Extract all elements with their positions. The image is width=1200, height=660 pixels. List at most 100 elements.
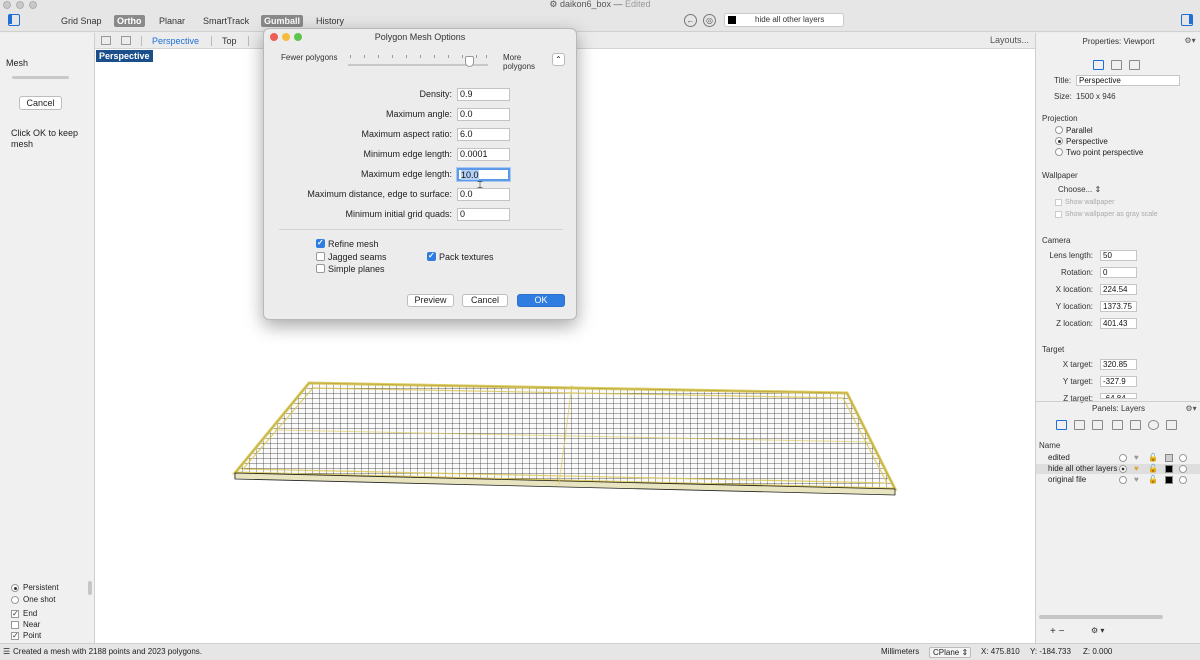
material-icon[interactable] [1179,476,1187,484]
maximum-angle-field[interactable]: 0.0 [457,108,510,121]
x-target-field[interactable]: 320.85 [1100,359,1137,370]
properties-panel: Properties: Viewport ⚙▾ Title: Perspecti… [1035,33,1200,643]
viewport-title-field[interactable]: Perspective [1076,75,1180,86]
layer-row-original-file[interactable]: original file ♥ 🔓 [1036,475,1200,485]
maximum-edge-length-field[interactable]: 10.0 [457,168,510,181]
layout-icon[interactable] [1112,420,1123,430]
gear-icon[interactable]: ⚙ ▾ [1091,626,1104,635]
layers-scrollbar[interactable] [1039,615,1163,619]
max-distance-edge-surface-field[interactable]: 0.0 [457,188,510,201]
status-menu-icon[interactable]: ☰ [3,644,10,660]
gumball-button[interactable]: Gumball [261,15,304,27]
add-remove-layer-buttons[interactable]: + − [1050,626,1064,637]
jagged-seams-checkbox[interactable]: Jagged seams [316,252,387,262]
y-target-field[interactable]: -327.9 [1100,376,1137,387]
projection-perspective-radio[interactable]: Perspective [1055,137,1108,146]
tab-top[interactable]: Top [222,35,237,47]
cplane-dropdown[interactable]: CPlane ⇕ [929,647,971,658]
osnap-scrollbar[interactable] [88,581,92,595]
layer-color-swatch[interactable] [1165,476,1173,484]
grid-snap-button[interactable]: Grid Snap [58,15,105,27]
y-location-field[interactable]: 1373.75 [1100,301,1137,312]
document-icon[interactable] [1074,420,1085,430]
wallpaper-choose-dropdown[interactable]: Choose... ⇕ [1058,185,1101,194]
link-icon[interactable] [1129,60,1140,70]
single-view-icon[interactable] [121,36,131,45]
show-wallpaper-gray-checkbox[interactable]: Show wallpaper as gray scale [1055,211,1158,219]
minimum-grid-quads-field[interactable]: 0 [457,208,510,221]
display-properties-icon[interactable] [1111,60,1122,70]
right-sidebar-toggle-icon[interactable] [1181,14,1193,26]
lightbulb-icon[interactable]: ♥ [1134,475,1139,485]
command-cancel-button[interactable]: Cancel [19,96,62,110]
projection-two-point-radio[interactable]: Two point perspective [1055,148,1143,157]
smarttrack-button[interactable]: SmartTrack [200,15,252,27]
layer-color-swatch[interactable] [1165,465,1173,473]
layer-row-hide-all-other-layers[interactable]: hide all other layers ♥ 🔓 [1036,464,1200,474]
current-layer-selector[interactable]: hide all other layers [724,13,844,27]
gear-icon[interactable]: ⚙▾ [1183,36,1197,46]
lock-icon[interactable]: 🔓 [1148,475,1158,485]
osnap-one-shot-radio[interactable]: One shot [11,595,55,605]
help-icon[interactable] [1148,420,1159,430]
layer-row-edited[interactable]: edited ♥ 🔓 [1036,453,1200,463]
pack-textures-checkbox[interactable]: Pack textures [427,251,494,262]
planar-button[interactable]: Planar [156,15,188,27]
viewport-title-label: Title: [1054,76,1072,85]
simple-planes-checkbox[interactable]: Simple planes [316,264,385,274]
current-layer-indicator[interactable] [1119,476,1127,484]
material-icon[interactable] [1179,465,1187,473]
current-layer-indicator[interactable] [1119,465,1127,473]
refine-mesh-checkbox[interactable]: Refine mesh [316,238,379,249]
ok-button[interactable]: OK [517,294,565,307]
checkbox-icon [316,264,325,273]
dialog-cancel-button[interactable]: Cancel [462,294,508,307]
minimum-edge-length-field[interactable]: 0.0001 [457,148,510,161]
units-label[interactable]: Millimeters [881,644,919,660]
lens-length-field[interactable]: 50 [1100,250,1137,261]
ortho-button[interactable]: Ortho [114,15,145,27]
box-icon[interactable] [1092,420,1103,430]
checkbox-icon [316,252,325,261]
drafting-icon[interactable] [1166,420,1177,430]
cplane-label: CPlane [933,648,960,657]
viewport-properties-icon[interactable] [1093,60,1104,70]
lock-icon[interactable]: 🔓 [1148,464,1158,474]
lightbulb-icon[interactable]: ♥ [1134,464,1139,474]
maximum-aspect-ratio-field[interactable]: 6.0 [457,128,510,141]
osnap-end-checkbox[interactable]: End [11,609,37,619]
tab-perspective[interactable]: Perspective [152,35,199,47]
layer-color-swatch[interactable] [1165,454,1173,462]
collapse-options-button[interactable]: ⌃ [552,53,565,66]
lightbulb-icon[interactable]: ♥ [1134,453,1139,463]
layouts-menu[interactable]: Layouts... [990,35,1029,45]
layers-icon[interactable] [1056,420,1067,430]
preview-button[interactable]: Preview [407,294,454,307]
show-wallpaper-checkbox[interactable]: Show wallpaper [1055,199,1114,207]
osnap-persistent-radio[interactable]: Persistent [11,583,59,593]
y-target-label: Y target: [1062,377,1093,386]
material-icon[interactable] [1179,454,1187,462]
projection-two-point-label: Two point perspective [1066,148,1144,157]
history-button[interactable]: History [313,15,347,27]
x-location-field[interactable]: 224.54 [1100,284,1137,295]
maximum-edge-length-row: Maximum edge length: 10.0 [264,168,578,182]
lock-icon[interactable]: 🔓 [1148,453,1158,463]
viewport-title-label[interactable]: Perspective [96,50,153,62]
slider-knob[interactable] [465,56,474,67]
rotation-field[interactable]: 0 [1100,267,1137,278]
z-target-field[interactable]: -64.84 [1100,393,1137,399]
back-arrow-icon[interactable]: ← [684,14,697,27]
osnap-point-checkbox[interactable]: Point [11,631,41,641]
current-layer-indicator[interactable] [1119,454,1127,462]
z-location-field[interactable]: 401.43 [1100,318,1137,329]
left-sidebar-toggle-icon[interactable] [8,14,20,26]
progress-bar [12,76,69,79]
gear-icon[interactable]: ⚙▾ [1184,404,1198,414]
density-field[interactable]: 0.9 [457,88,510,101]
display-icon[interactable] [1130,420,1141,430]
projection-parallel-radio[interactable]: Parallel [1055,126,1093,135]
grid-view-icon[interactable] [101,36,111,45]
record-icon[interactable]: ◎ [703,14,716,27]
osnap-near-checkbox[interactable]: Near [11,620,40,630]
